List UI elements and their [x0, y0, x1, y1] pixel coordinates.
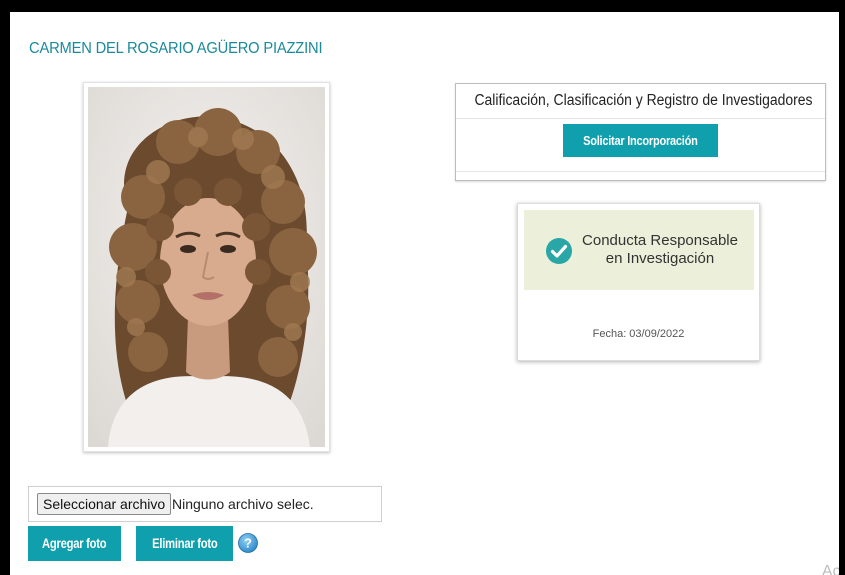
- remove-photo-label: Eliminar foto: [151, 535, 218, 551]
- request-incorporation-label: Solicitar Incorporación: [583, 133, 698, 148]
- badge-banner: Conducta Responsable en Investigación: [524, 210, 754, 290]
- badge-title-line1: Conducta Responsable: [582, 232, 738, 249]
- add-photo-button[interactable]: Agregar foto: [28, 526, 121, 561]
- svg-text:?: ?: [244, 536, 252, 551]
- responsible-conduct-badge[interactable]: Conducta Responsable en Investigación Fe…: [517, 203, 760, 361]
- badge-date: Fecha: 03/09/2022: [592, 328, 685, 340]
- researcher-name: CARMEN DEL ROSARIO AGÜERO PIAZZINI: [29, 40, 323, 57]
- profile-photo-card: [83, 82, 330, 452]
- profile-photo: [88, 87, 325, 447]
- registry-title: Calificación, Clasificación y Registro d…: [474, 92, 813, 109]
- remove-photo-button[interactable]: Eliminar foto: [136, 526, 233, 561]
- check-circle-icon: [546, 238, 572, 264]
- photo-file-input[interactable]: Seleccionar archivo Ninguno archivo sele…: [28, 486, 382, 522]
- add-photo-label: Agregar foto: [42, 535, 107, 551]
- main-panel: CARMEN DEL ROSARIO AGÜERO PIAZZINI Calif…: [10, 12, 845, 575]
- select-file-button[interactable]: Seleccionar archivo: [37, 493, 172, 515]
- researcher-registry-panel: Calificación, Clasificación y Registro d…: [455, 83, 826, 181]
- file-status-text: Ninguno archivo selec.: [172, 496, 314, 512]
- badge-title: Conducta Responsable en Investigación: [575, 232, 745, 268]
- registry-divider: [456, 118, 825, 119]
- request-incorporation-button[interactable]: Solicitar Incorporación: [563, 124, 718, 157]
- registry-divider-bottom: [456, 171, 825, 172]
- question-circle-icon[interactable]: ?: [238, 533, 258, 553]
- window-edge: [839, 0, 845, 575]
- badge-title-line2: en Investigación: [605, 250, 715, 267]
